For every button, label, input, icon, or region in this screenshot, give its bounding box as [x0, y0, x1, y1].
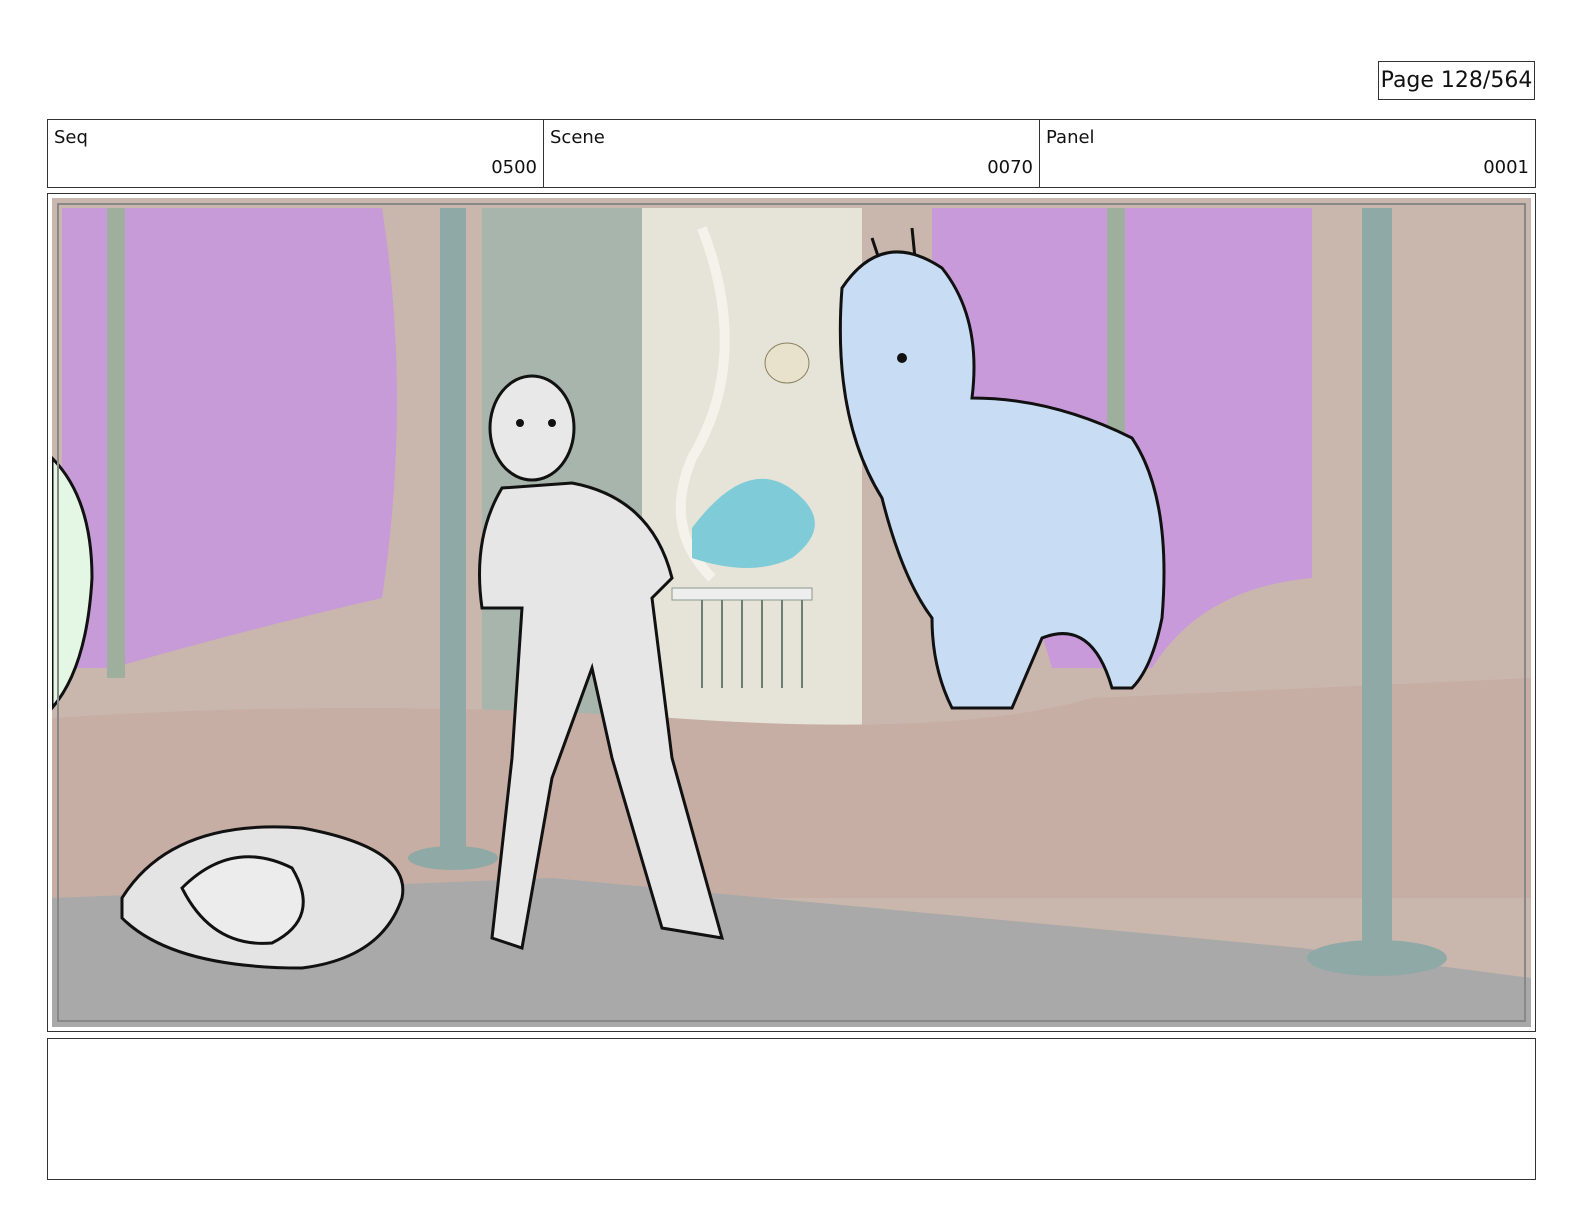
panel-cell: Panel 0001	[1040, 120, 1535, 187]
girl-head	[488, 374, 576, 482]
girl-eye-left	[516, 419, 524, 427]
wall-lamp	[764, 342, 810, 384]
seq-label: Seq	[54, 127, 88, 148]
seq-cell: Seq 0500	[48, 120, 544, 187]
scene-cell: Scene 0070	[544, 120, 1040, 187]
pillar-left-base	[408, 846, 498, 870]
storyboard-drawing	[52, 198, 1531, 1027]
scene-value: 0070	[987, 157, 1033, 178]
pillar-left	[440, 208, 466, 858]
storyboard-frame	[47, 193, 1536, 1032]
pillar-right	[1362, 208, 1392, 958]
panel-value: 0001	[1483, 157, 1529, 178]
shot-info-header: Seq 0500 Scene 0070 Panel 0001	[47, 119, 1536, 188]
pillar-right-base	[1307, 940, 1447, 976]
panel-label: Panel	[1046, 127, 1095, 148]
seq-value: 0500	[491, 157, 537, 178]
vanity-shelf	[671, 587, 813, 601]
girl-eye-right	[548, 419, 556, 427]
doorway-room	[642, 208, 862, 728]
unicorn-eye	[897, 353, 907, 363]
notes-box	[47, 1038, 1536, 1180]
page-number: Page 128/564	[1378, 61, 1535, 100]
left-window-frame	[107, 208, 125, 678]
scene-label: Scene	[550, 127, 605, 148]
